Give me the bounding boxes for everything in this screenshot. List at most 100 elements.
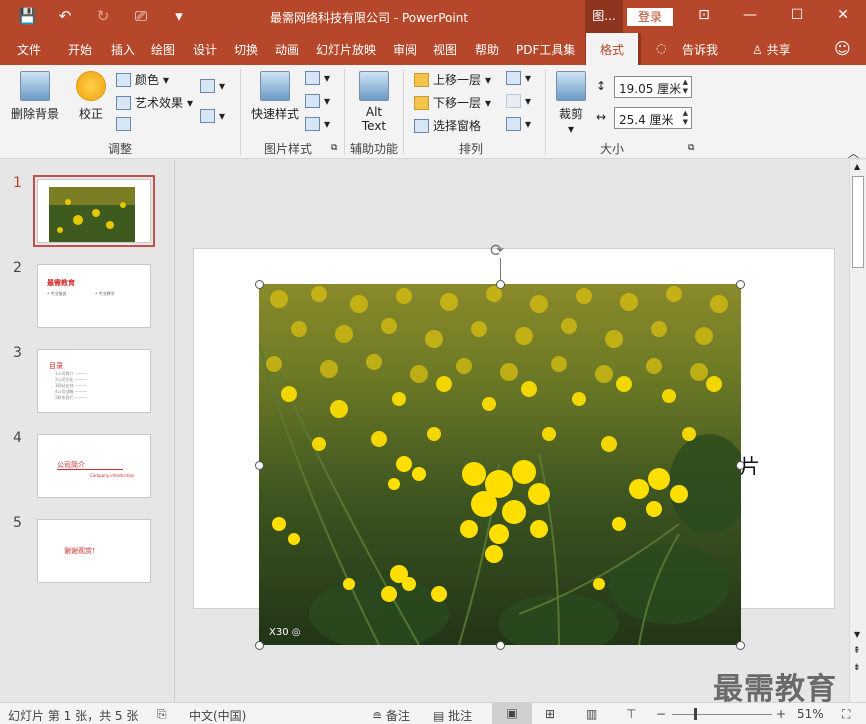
notes-button[interactable]: ≘ 备注 [372,707,410,724]
transparency-button[interactable] [116,117,131,131]
spinner-arrows-icon[interactable]: ▲ ▼ [683,109,688,127]
picture-effects-button[interactable]: ▾ [305,94,330,108]
tab-animations[interactable]: 动画 [275,41,299,58]
chevron-down-icon: ▾ [324,71,331,85]
fit-slide-icon[interactable]: ⛶ [842,707,850,722]
chevron-down-icon: ▾ [525,117,532,131]
slide-thumbnail-4[interactable]: 公司简介 Company introduction [37,434,151,498]
resize-handle-bl[interactable] [255,641,264,650]
tab-review[interactable]: 审阅 [393,41,417,58]
normal-view-icon[interactable]: ▣ [492,703,532,724]
align-button[interactable]: ▾ [506,71,531,85]
comments-button[interactable]: ▤ 批注 [433,707,472,724]
resize-handle-br[interactable] [736,641,745,650]
undo-icon[interactable]: ↶ [56,7,74,25]
color-button[interactable]: 颜色 ▾ [116,71,169,88]
slideshow-icon[interactable]: ⎚ [132,7,150,25]
height-input[interactable]: 19.05 厘米 ▲ ▼ [614,76,692,98]
crop-button[interactable]: 裁剪 ▾ [553,71,589,136]
group-objects-button[interactable]: ▾ [506,94,531,108]
zoom-in-icon[interactable]: + [776,707,786,721]
width-input[interactable]: 25.4 厘米 ▲ ▼ [614,107,692,129]
reading-view-icon[interactable]: ▥ [586,707,597,721]
tab-pdf-tools[interactable]: PDF工具集 [516,41,575,58]
tab-help[interactable]: 帮助 [475,41,499,58]
layout-icon [305,117,320,131]
ribbon-display-icon[interactable]: ⊡ [694,7,714,23]
crop-label: 裁剪 [558,107,583,121]
tab-design[interactable]: 设计 [193,41,217,58]
zoom-slider-thumb[interactable] [694,708,697,720]
group-label-picture-styles: 图片样式 [263,142,312,156]
rotate-handle-icon[interactable]: ⟳ [490,241,504,261]
resize-handle-l[interactable] [255,461,264,470]
redo-icon[interactable]: ↻ [94,7,112,25]
slide-sorter-icon[interactable]: ⊞ [545,707,555,721]
zoom-out-icon[interactable]: − [656,707,666,721]
resize-handle-t[interactable] [496,280,505,289]
maximize-icon[interactable]: ☐ [787,7,807,23]
resize-handle-b[interactable] [496,641,505,650]
collapse-ribbon-icon[interactable]: ︿ [848,145,859,161]
scroll-up-icon[interactable]: ▲ [854,162,860,171]
dialog-launcher-icon[interactable]: ⧉ [331,143,337,153]
zoom-level[interactable]: 51% [797,707,824,721]
slide-thumbnail-3[interactable]: 目录 1公司简介 ——— 2公司文化 ——— 3网站支持 ——— 4公司战略 —… [37,349,151,413]
resize-handle-tl[interactable] [255,280,264,289]
selection-pane-button[interactable]: 选择窗格 [414,117,481,134]
language-indicator[interactable]: 中文(中国) [189,707,246,724]
spinner-arrows-icon[interactable]: ▲ ▼ [683,78,688,96]
zoom-slider[interactable] [672,714,772,715]
alt-text-button[interactable]: Alt Text [354,71,394,133]
tab-draw[interactable]: 绘图 [151,41,175,58]
thumb-text: 5联系我们 ——— [55,395,87,400]
previous-slide-icon[interactable]: ⇞ [853,646,861,656]
slide-thumbnail-5[interactable]: 谢谢观赏！ [37,519,151,583]
login-button[interactable]: 登录 [627,8,673,26]
change-picture-button[interactable]: ▾ [200,109,225,123]
scroll-down-icon[interactable]: ▼ [854,630,860,639]
context-tab-picture-tools[interactable]: 图... [585,0,623,33]
vertical-scrollbar[interactable]: ▲ ▼ ⇞ ⇟ [849,160,866,702]
artistic-effects-icon [116,95,131,110]
slideshow-view-icon[interactable]: ⊤ [626,707,636,721]
save-icon[interactable]: 💾 [18,7,37,25]
send-backward-button[interactable]: 下移一层 ▾ [414,94,491,111]
chevron-down-icon: ▾ [163,72,170,87]
spellcheck-icon[interactable]: ⎘ [157,707,167,722]
tab-transitions[interactable]: 切换 [234,41,258,58]
selected-picture[interactable]: X30 ◎ [259,284,741,645]
close-icon[interactable]: ✕ [833,7,853,23]
scrollbar-thumb[interactable] [852,176,864,268]
slide-thumbnail-1[interactable] [33,175,155,247]
tell-me-search[interactable]: 告诉我 [682,41,718,58]
next-slide-icon[interactable]: ⇟ [853,663,861,673]
picture-border-button[interactable]: ▾ [305,71,330,85]
resize-handle-tr[interactable] [736,280,745,289]
smiley-feedback-icon[interactable]: ☺ [834,39,851,58]
quick-styles-button[interactable]: 快速样式 [250,71,300,122]
bring-forward-button[interactable]: 上移一层 ▾ [414,71,491,88]
artistic-effects-button[interactable]: 艺术效果 ▾ [116,94,193,111]
share-button[interactable]: ♙ 共享 [752,41,791,58]
dialog-launcher-icon[interactable]: ⧉ [688,143,694,153]
minimize-icon[interactable]: — [740,7,760,23]
rotate-button[interactable]: ▾ [506,117,531,131]
customize-qat-icon[interactable]: ▾ [170,7,188,25]
picture-layout-button[interactable]: ▾ [305,117,330,131]
slide-number: 3 [13,345,22,361]
chevron-down-icon: ▾ [485,95,492,110]
tab-file[interactable]: 文件 [17,41,41,58]
corrections-button[interactable]: 校正 [72,71,110,122]
tab-view[interactable]: 视图 [433,41,457,58]
quick-styles-icon [260,71,290,101]
remove-background-label: 删除背景 [10,107,59,121]
tab-slideshow[interactable]: 幻灯片放映 [316,41,376,58]
tab-home[interactable]: 开始 [68,41,92,58]
lightbulb-icon: ◌ [656,41,667,55]
tab-insert[interactable]: 插入 [111,41,135,58]
compress-pictures-button[interactable]: ▾ [200,79,225,93]
remove-background-button[interactable]: 删除背景 [8,71,62,122]
tab-format[interactable]: 格式 [586,33,639,65]
slide-thumbnail-2[interactable]: 最需教育 • 专业服务 • 专业教学 [37,264,151,328]
